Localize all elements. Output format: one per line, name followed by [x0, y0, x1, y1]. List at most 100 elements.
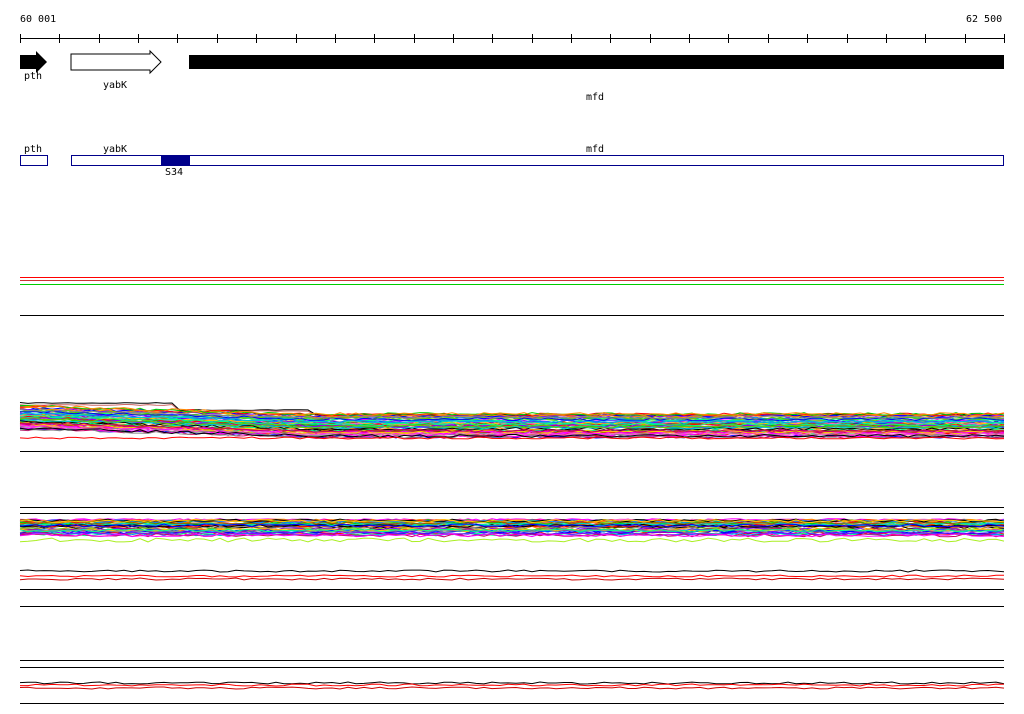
- track3-profile: [19, 533, 1005, 538]
- track3-profile: [19, 525, 1005, 530]
- track3-profile: [19, 527, 1005, 532]
- track2-profile: [19, 414, 1005, 427]
- track2-profile: [20, 411, 1005, 423]
- track2-profile: [19, 427, 1005, 438]
- track3-profile: [19, 528, 1005, 533]
- track2-profile: [19, 424, 1005, 435]
- track3-profile: [19, 528, 1005, 533]
- track2-profile: [19, 417, 1005, 429]
- track3-profile: [19, 518, 1005, 523]
- track3-profile: [19, 519, 1005, 524]
- track2-profile: [19, 416, 1005, 428]
- track2-profile: [19, 415, 1005, 426]
- track2-profile: [19, 404, 1005, 416]
- track2-profile: [19, 420, 1005, 431]
- annotation-feature-label: S34: [165, 167, 184, 178]
- track2-profile: [19, 408, 1004, 420]
- track2-profile: [19, 420, 1005, 433]
- track2-profile: [19, 424, 1005, 436]
- track3-profile: [19, 518, 1005, 524]
- annotation-box-pth[interactable]: [20, 155, 48, 166]
- track2-profile: [19, 415, 1005, 427]
- track2-profile: [19, 418, 1004, 430]
- track2-profile: [19, 413, 1005, 425]
- track4-profile: [20, 683, 1005, 687]
- track2-profile: [19, 413, 1005, 425]
- track2-profile: [19, 408, 1005, 420]
- track2-profile: [19, 410, 1005, 422]
- track2-profile: [19, 422, 1005, 435]
- track2-lower-profile: [19, 436, 1005, 440]
- annotation-box-yabk-mfd[interactable]: [71, 155, 1004, 166]
- track2-profile: [19, 411, 1005, 424]
- annotation-track: [20, 155, 1004, 166]
- track3-profile: [19, 531, 1005, 536]
- track3-profile: [19, 532, 1005, 537]
- track2-profile: [19, 417, 1005, 429]
- track2-profile: [19, 408, 1005, 420]
- track3-profile: [19, 518, 1005, 523]
- track3-profile: [19, 527, 1005, 532]
- annotation-label-mfd: mfd: [586, 144, 605, 155]
- track3-profile: [19, 518, 1005, 523]
- track3-profile: [19, 530, 1005, 535]
- track2-profile: [19, 417, 1005, 428]
- track2-profile: [19, 414, 1005, 425]
- track2-profile: [19, 422, 1005, 433]
- track3-profile: [19, 522, 1005, 527]
- track3-profile: [19, 530, 1005, 535]
- annotation-feature-s34[interactable]: [161, 155, 190, 166]
- track2-profile: [20, 410, 1005, 422]
- track2-profile: [19, 413, 1005, 426]
- track3-sub-profile: [19, 569, 1005, 573]
- track4-profile: [19, 686, 1005, 690]
- track2-upper-profile: [19, 402, 1005, 417]
- track3-profile: [19, 528, 1005, 533]
- track3-profile: [19, 518, 1005, 523]
- track2-profile: [19, 423, 1005, 436]
- track3-profile: [19, 518, 1005, 523]
- track3-profile: [19, 518, 1005, 523]
- track2-upper-profile: [19, 403, 1005, 418]
- track2-profile: [19, 426, 1005, 438]
- track2-profile: [19, 416, 1005, 427]
- track2-profile: [20, 426, 1005, 437]
- track3-profile: [19, 519, 1005, 524]
- track2-profile: [19, 428, 1005, 439]
- track2-profile: [19, 407, 1004, 419]
- track3-profile: [19, 521, 1005, 526]
- track3-profile: [19, 522, 1005, 527]
- track3-sub-profile: [19, 574, 1005, 578]
- track2-profile: [20, 422, 1005, 434]
- track2-profile: [19, 413, 1005, 426]
- track2-profile: [19, 410, 1005, 422]
- track2-profile: [19, 417, 1005, 430]
- track3-profile: [19, 523, 1005, 528]
- track2-profile: [20, 406, 1005, 418]
- track3-profile: [19, 524, 1005, 530]
- track3-profile: [19, 521, 1005, 526]
- track3-profile: [19, 518, 1005, 524]
- track3-profile: [19, 521, 1005, 526]
- track2-profile: [19, 420, 1005, 432]
- annotation-label-pth: pth: [24, 144, 43, 155]
- track2-profile: [19, 405, 1005, 417]
- track3-profile: [19, 525, 1005, 530]
- track2-profile: [19, 418, 1005, 430]
- track2-profile: [19, 415, 1005, 428]
- track2-profile: [19, 421, 1005, 434]
- track2-profile: [19, 412, 1005, 424]
- track3-profile: [19, 522, 1005, 527]
- track2-profile: [19, 406, 1005, 419]
- track2-profile: [19, 414, 1005, 425]
- track2-profile: [19, 414, 1005, 426]
- track4-profile: [19, 681, 1005, 685]
- track3-profile: [19, 523, 1005, 528]
- track2-profile: [19, 424, 1005, 437]
- track2-profile: [19, 422, 1005, 434]
- track2-profile: [19, 417, 1005, 429]
- track3-profile: [19, 529, 1005, 534]
- track2-profile: [19, 412, 1005, 425]
- track3-profile: [19, 537, 1005, 543]
- track2-profile: [19, 404, 1005, 417]
